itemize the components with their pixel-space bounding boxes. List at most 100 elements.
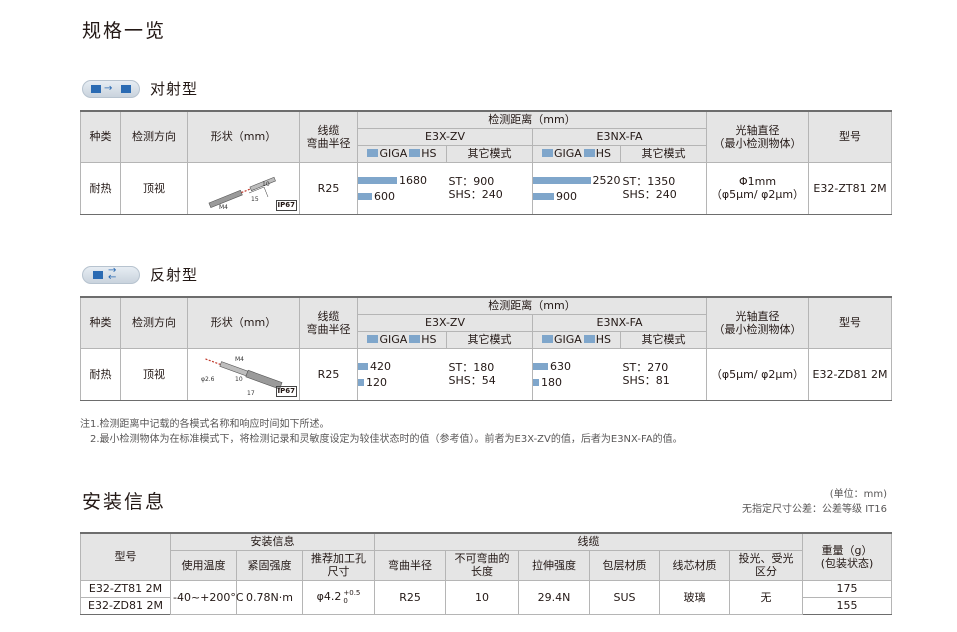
cell-model: E32-ZD81 2M: [80, 596, 171, 615]
col-cable: 线缆: [374, 532, 804, 551]
cell-bend: R25: [299, 161, 358, 215]
note-2: 2.最小检测物体为在标准模式下，将检测记录和灵敏度设定为较佳状态时的值（参考值）…: [90, 434, 683, 445]
bar-label: 120: [366, 375, 387, 389]
bar-label: 420: [370, 359, 391, 373]
bar-zv-hs: [358, 378, 364, 386]
cell-fa-bars: 630 180: [532, 347, 621, 401]
cell-zv-modes: ST：900 SHS：240: [446, 161, 533, 215]
svg-text:M4: M4: [219, 204, 228, 211]
col-cable: 线缆 弯曲半径: [299, 110, 358, 163]
cell-axis: （φ5μm/ φ2μm）: [706, 347, 809, 401]
cell-fa-modes: ST：270 SHS：81: [620, 347, 707, 401]
svg-text:φ2.6: φ2.6: [201, 376, 215, 383]
bar-label: 600: [374, 189, 395, 203]
cell-tensile: 29.4N: [518, 579, 591, 615]
spec-table-through-beam: 种类 检测方向 形状（mm） 线缆 弯曲半径 检测距离（mm） 光轴直径 （最小检测…: [80, 110, 892, 215]
col-model: 型号: [808, 110, 892, 163]
cell-fa-modes: ST：1350 SHS：240: [620, 161, 707, 215]
col-other-modes: 其它模式: [446, 144, 533, 163]
bar-label: 1680: [399, 173, 427, 187]
cell-zv-bars: 420 120: [357, 347, 447, 401]
bar-label: 900: [556, 189, 577, 203]
cell-shape: M4 φ2.6 10 17 IP67: [187, 347, 300, 401]
col-axis: 光轴直径 （最小检测物体）: [706, 296, 809, 349]
unit-note: (单位：mm) 无指定尺寸公差：公差等级 IT16: [742, 489, 887, 515]
col-model: 型号: [808, 296, 892, 349]
bar-fa-giga: [533, 362, 548, 370]
reflective-icon: → ←: [82, 265, 140, 284]
section-header-through-beam: → 对射型: [82, 78, 198, 99]
legend-fa: GIGA HS: [532, 144, 621, 163]
col-shape: 形状（mm）: [187, 110, 300, 163]
cell-bend: R25: [299, 347, 358, 401]
col-temp: 使用温度: [170, 549, 237, 581]
section-header-reflective: → ← 反射型: [82, 264, 198, 285]
svg-text:10: 10: [262, 181, 270, 188]
cell-type: 耐热: [80, 161, 121, 215]
cell-weight: 175: [802, 579, 893, 598]
cell-temp: -40~+200°C: [170, 579, 244, 615]
col-shape: 形状（mm）: [187, 296, 300, 349]
install-title: 安装信息: [82, 491, 167, 513]
bar-zv-giga: [358, 362, 368, 370]
col-install-info: 安装信息: [169, 532, 376, 551]
col-torque: 紧固强度: [236, 549, 303, 581]
col-axis: 光轴直径 （最小检测物体）: [706, 110, 809, 163]
col-type: 种类: [80, 110, 121, 163]
cell-model: E32-ZD81 2M: [808, 347, 892, 401]
footnotes: 注1.检测距离中记载的各模式名称和响应时间如下所述。 2.最小检测物体为在标准模…: [80, 417, 683, 447]
bar-zv-hs: [358, 192, 372, 200]
cell-weight: 155: [802, 596, 893, 615]
bar-label: 2520: [592, 173, 621, 187]
svg-text:15: 15: [251, 196, 259, 203]
cell-zv-modes: ST：180 SHS：54: [446, 347, 533, 401]
col-amp-zv: E3X-ZV: [357, 313, 533, 332]
col-weight: 重量（g） (包装状态): [802, 532, 893, 581]
col-tensile: 拉伸强度: [518, 549, 591, 581]
col-other-modes: 其它模式: [620, 330, 707, 349]
legend-zv: GIGA HS: [357, 330, 447, 349]
svg-text:10: 10: [235, 376, 243, 383]
ip67-badge: IP67: [275, 386, 297, 397]
bar-zv-giga: [358, 176, 397, 184]
col-amp-fa: E3NX-FA: [532, 313, 707, 332]
ip67-badge: IP67: [275, 200, 297, 211]
cell-model: E32-ZT81 2M: [808, 161, 892, 215]
note-1: 注1.检测距离中记载的各模式名称和响应时间如下所述。: [80, 419, 330, 430]
col-amp-zv: E3X-ZV: [357, 127, 533, 146]
cell-axis: Φ1mm （φ5μm/ φ2μm）: [706, 161, 809, 215]
cell-bend: R25: [374, 579, 447, 615]
spec-table-reflective: 种类 检测方向 形状（mm） 线缆 弯曲半径 检测距离（mm） 光轴直径 （最小检测…: [80, 296, 892, 401]
col-distance: 检测距离（mm）: [357, 110, 707, 129]
col-sheath: 包层材质: [589, 549, 661, 581]
install-table: 型号 安装信息 线缆 重量（g） (包装状态) 使用温度 紧固强度 推荐加工孔 尺寸…: [80, 532, 893, 615]
col-other-modes: 其它模式: [446, 330, 533, 349]
col-direction: 检测方向: [120, 296, 188, 349]
cell-type: 耐热: [80, 347, 121, 401]
col-nonbend: 不可弯曲的 长度: [445, 549, 520, 581]
col-model: 型号: [80, 532, 171, 581]
cell-direction: 顶视: [120, 161, 188, 215]
col-bend: 弯曲半径: [374, 549, 447, 581]
cell-zv-bars: 1680 600: [357, 161, 447, 215]
cell-shape: M4 15 10 IP67: [187, 161, 300, 215]
bar-label: 180: [541, 375, 562, 389]
sensor-head-drawing-through: M4 15 10 IP67: [188, 165, 299, 211]
bar-fa-giga: [533, 176, 591, 184]
col-hole: 推荐加工孔 尺寸: [301, 549, 376, 581]
bar-fa-hs: [533, 378, 539, 386]
legend-zv: GIGA HS: [357, 144, 447, 163]
svg-text:M4: M4: [235, 356, 244, 363]
bar-label: 630: [550, 359, 571, 373]
col-direction: 检测方向: [120, 110, 188, 163]
sensor-head-drawing-reflective: M4 φ2.6 10 17 IP67: [188, 351, 299, 397]
page-title: 规格一览: [82, 20, 167, 42]
col-core: 线芯材质: [659, 549, 731, 581]
cell-hole: φ4.2 +0.5 0: [301, 579, 376, 615]
bar-fa-hs: [533, 192, 554, 200]
cell-sheath: SUS: [589, 579, 661, 615]
cell-emit: 无: [729, 579, 804, 615]
col-type: 种类: [80, 296, 121, 349]
col-other-modes: 其它模式: [620, 144, 707, 163]
col-emit: 投光、受光 区分: [729, 549, 804, 581]
